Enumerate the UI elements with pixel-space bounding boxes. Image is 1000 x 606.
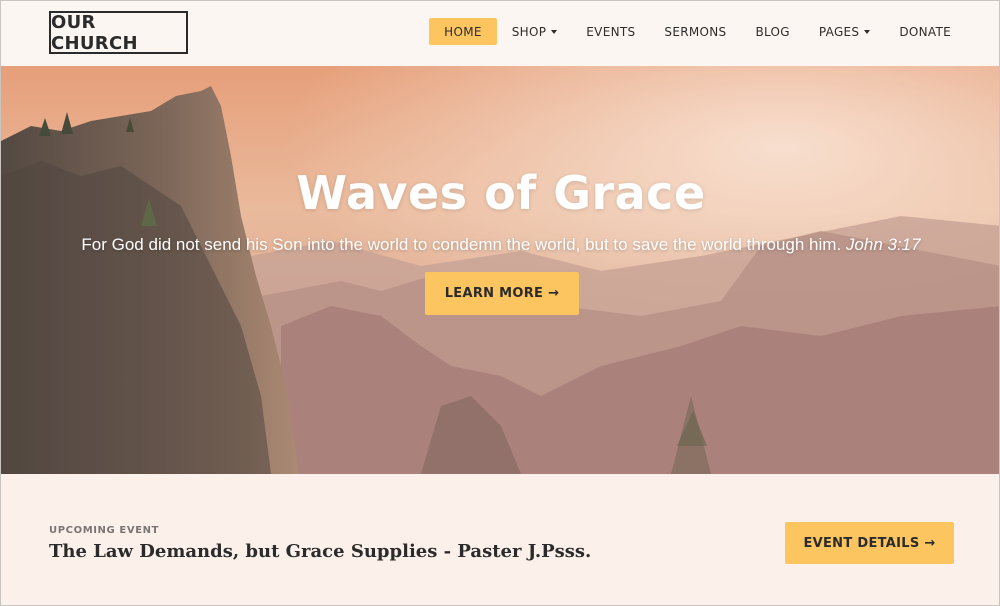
nav-label: PAGES <box>818 24 860 39</box>
verse-reference: John 3:17 <box>845 235 921 254</box>
nav-item-home[interactable]: HOME <box>429 18 497 45</box>
nav-item-shop[interactable]: SHOP <box>498 18 572 45</box>
nav-item-pages[interactable]: PAGES <box>805 18 884 45</box>
verse-text: For God did not send his Son into the wo… <box>81 235 842 254</box>
nav-label: BLOG <box>755 24 790 39</box>
nav-label: SHOP <box>511 24 547 39</box>
nav-label: HOME <box>444 24 482 39</box>
main-nav: HOME SHOP EVENTS SERMONS BLOG PAGES DONA… <box>428 18 965 45</box>
hero-verse: For God did not send his Son into the wo… <box>1 235 999 255</box>
hero-banner: Waves of Grace For God did not send his … <box>1 66 999 474</box>
site-header: OUR CHURCH HOME SHOP EVENTS SERMONS BLOG… <box>1 1 999 66</box>
caret-down-icon <box>551 29 558 34</box>
hero-title: Waves of Grace <box>296 166 706 220</box>
nav-label: DONATE <box>899 24 951 39</box>
learn-more-button[interactable]: LEARN MORE → <box>425 272 579 315</box>
caret-down-icon <box>864 29 871 34</box>
event-kicker: UPCOMING EVENT <box>49 525 160 536</box>
nav-item-sermons[interactable]: SERMONS <box>650 18 740 45</box>
nav-item-donate[interactable]: DONATE <box>885 18 965 45</box>
hero-content: Waves of Grace For God did not send his … <box>1 66 999 474</box>
event-details-button[interactable]: EVENT DETAILS → <box>785 522 954 564</box>
nav-item-events[interactable]: EVENTS <box>572 18 649 45</box>
event-title: The Law Demands, but Grace Supplies - Pa… <box>49 541 592 562</box>
nav-label: EVENTS <box>586 24 636 39</box>
upcoming-event-bar: UPCOMING EVENT The Law Demands, but Grac… <box>1 474 999 605</box>
nav-item-blog[interactable]: BLOG <box>741 18 803 45</box>
nav-label: SERMONS <box>664 24 727 39</box>
site-logo[interactable]: OUR CHURCH <box>49 11 188 54</box>
page-frame: OUR CHURCH HOME SHOP EVENTS SERMONS BLOG… <box>0 0 1000 606</box>
